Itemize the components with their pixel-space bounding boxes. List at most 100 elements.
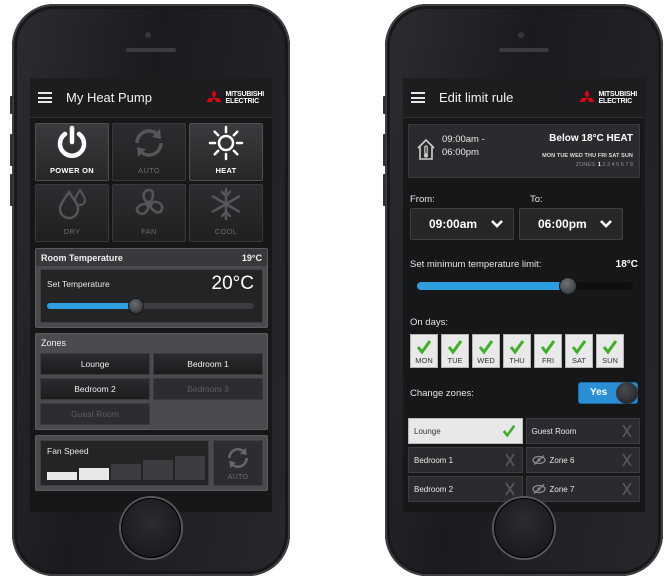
mode-dry-button[interactable]: DRY <box>35 184 109 242</box>
zones-title: Zones <box>41 337 67 348</box>
to-time-select[interactable]: 06:00pm <box>519 208 623 240</box>
rule-zone-7-name: Zone 7 <box>531 484 575 494</box>
app-title: Edit limit rule <box>439 90 514 105</box>
rule-zone-bedroom-2[interactable]: Bedroom 2 <box>408 476 523 502</box>
front-camera <box>145 32 151 38</box>
home-button[interactable] <box>494 498 554 558</box>
fan-speed-level-2[interactable] <box>79 468 109 480</box>
from-time-value: 09:00am <box>429 217 478 231</box>
rule-zone-bedroom-1-label: Bedroom 1 <box>414 455 454 465</box>
volume-up-button <box>10 134 13 166</box>
to-time-value: 06:00pm <box>538 217 587 231</box>
earpiece-speaker <box>499 48 549 52</box>
day-mon-label: MON <box>415 356 433 365</box>
rule-zone-6[interactable]: Zone 6 <box>525 447 640 473</box>
day-fri-label: FRI <box>541 356 555 365</box>
change-zones-toggle[interactable]: Yes <box>578 382 638 404</box>
to-label: To: <box>530 194 543 205</box>
from-label: From: <box>410 194 435 205</box>
brand-line2: ELECTRIC <box>598 97 633 105</box>
mode-cool-label: COOL <box>214 227 238 236</box>
rule-zone-bedroom-1[interactable]: Bedroom 1 <box>408 447 523 473</box>
temperature-panel: Room Temperature 19°C Set Temperature 20… <box>35 248 268 328</box>
set-temperature-slider[interactable] <box>47 298 254 314</box>
volume-down-button <box>10 174 13 206</box>
home-button[interactable] <box>121 498 181 558</box>
brand-line1: MITSUBISHI <box>598 90 638 98</box>
rule-zone-guest-room[interactable]: Guest Room <box>525 418 640 444</box>
rule-summary-time: 09:00am - 06:00pm <box>442 133 502 159</box>
fan-speed-label: Fan Speed <box>47 446 89 456</box>
sun-icon <box>208 125 244 161</box>
power-button[interactable]: POWER ON <box>35 123 109 181</box>
day-checkboxes: MON TUE WED THU FRI SAT SUN <box>410 334 638 368</box>
earpiece-speaker <box>126 48 176 52</box>
day-thu-checkbox[interactable]: THU <box>503 334 531 368</box>
day-mon-checkbox[interactable]: MON <box>410 334 438 368</box>
zone-lounge-button[interactable]: Lounge <box>40 353 150 375</box>
rule-zone-7-label: Zone 7 <box>549 484 575 494</box>
fan-auto-button[interactable]: AUTO <box>213 440 263 486</box>
mode-auto-button[interactable]: AUTO <box>112 123 186 181</box>
time-range: From: To: 09:00am 06:00pm <box>403 194 645 250</box>
rule-zone-6-name: Zone 6 <box>531 455 574 465</box>
min-limit-label: Set minimum temperature limit: <box>410 259 542 270</box>
day-sun-checkbox[interactable]: SUN <box>596 334 624 368</box>
cross-icon <box>622 424 632 438</box>
day-sat-checkbox[interactable]: SAT <box>565 334 593 368</box>
fan-speed-level-3[interactable] <box>111 464 141 480</box>
min-limit-slider-fill <box>417 282 569 290</box>
rule-zone-lounge[interactable]: Lounge <box>408 418 523 444</box>
rule-zone-lounge-label: Lounge <box>414 426 441 436</box>
front-camera <box>518 32 524 38</box>
mute-switch <box>10 96 13 114</box>
zones-header: Zones <box>36 334 267 351</box>
menu-icon[interactable] <box>411 92 425 103</box>
fan-icon <box>135 188 164 216</box>
mode-cool-button[interactable]: COOL <box>189 184 263 242</box>
zone-bedroom-2-button[interactable]: Bedroom 2 <box>40 378 150 400</box>
droplet-icon <box>58 188 87 220</box>
mode-dry-label: DRY <box>63 227 81 236</box>
mode-fan-label: FAN <box>141 227 157 236</box>
rule-summary: 09:00am - 06:00pm Below 18°C HEAT MON TU… <box>408 124 640 178</box>
brand-logo: MITSUBISHI ELECTRIC <box>205 89 265 106</box>
rule-summary-time-end: 06:00pm <box>442 147 479 158</box>
room-temperature-row: Room Temperature 19°C <box>36 249 267 266</box>
set-temperature-slider-knob[interactable] <box>128 298 144 314</box>
brand-line1: MITSUBISHI <box>225 90 265 98</box>
check-icon <box>416 340 432 355</box>
fan-speed-level-4[interactable] <box>143 460 173 480</box>
rule-zone-7[interactable]: Zone 7 <box>525 476 640 502</box>
cross-icon <box>622 482 632 496</box>
room-temperature-value: 19°C <box>241 252 262 263</box>
volume-up-button <box>383 134 386 166</box>
change-zones-row: Change zones: Yes <box>403 382 645 404</box>
from-time-select[interactable]: 09:00am <box>410 208 514 240</box>
day-fri-checkbox[interactable]: FRI <box>534 334 562 368</box>
change-zones-toggle-label: Yes <box>590 387 608 398</box>
phone-right: Edit limit rule MITSUBISHI ELECTRIC 09:0… <box>383 4 663 576</box>
zone-bedroom-3-button[interactable]: Bedroom 3 <box>153 378 263 400</box>
chevron-down-icon <box>491 220 503 228</box>
check-icon <box>540 340 556 355</box>
fan-speed-level-1[interactable] <box>47 472 77 480</box>
on-days-section: On days: MON TUE WED THU FRI SAT SUN <box>403 312 645 368</box>
fan-speed-level-5[interactable] <box>175 456 205 480</box>
cross-icon <box>504 482 515 496</box>
day-wed-checkbox[interactable]: WED <box>472 334 500 368</box>
eye-off-icon <box>531 455 546 465</box>
zone-guest-room-button[interactable]: Guest Room <box>40 403 150 425</box>
app-bar: Edit limit rule MITSUBISHI ELECTRIC <box>403 78 645 118</box>
fan-speed-panel: Fan Speed AUTO <box>35 435 268 491</box>
min-limit-slider[interactable] <box>417 277 633 295</box>
fan-auto-label: AUTO <box>227 474 249 481</box>
rule-summary-condition: Below 18°C HEAT <box>549 133 633 144</box>
mode-heat-button[interactable]: HEAT <box>189 123 263 181</box>
day-tue-checkbox[interactable]: TUE <box>441 334 469 368</box>
mode-fan-button[interactable]: FAN <box>112 184 186 242</box>
menu-icon[interactable] <box>38 92 52 103</box>
day-thu-label: THU <box>509 356 525 365</box>
zone-bedroom-1-button[interactable]: Bedroom 1 <box>153 353 263 375</box>
min-limit-slider-knob[interactable] <box>559 277 578 295</box>
